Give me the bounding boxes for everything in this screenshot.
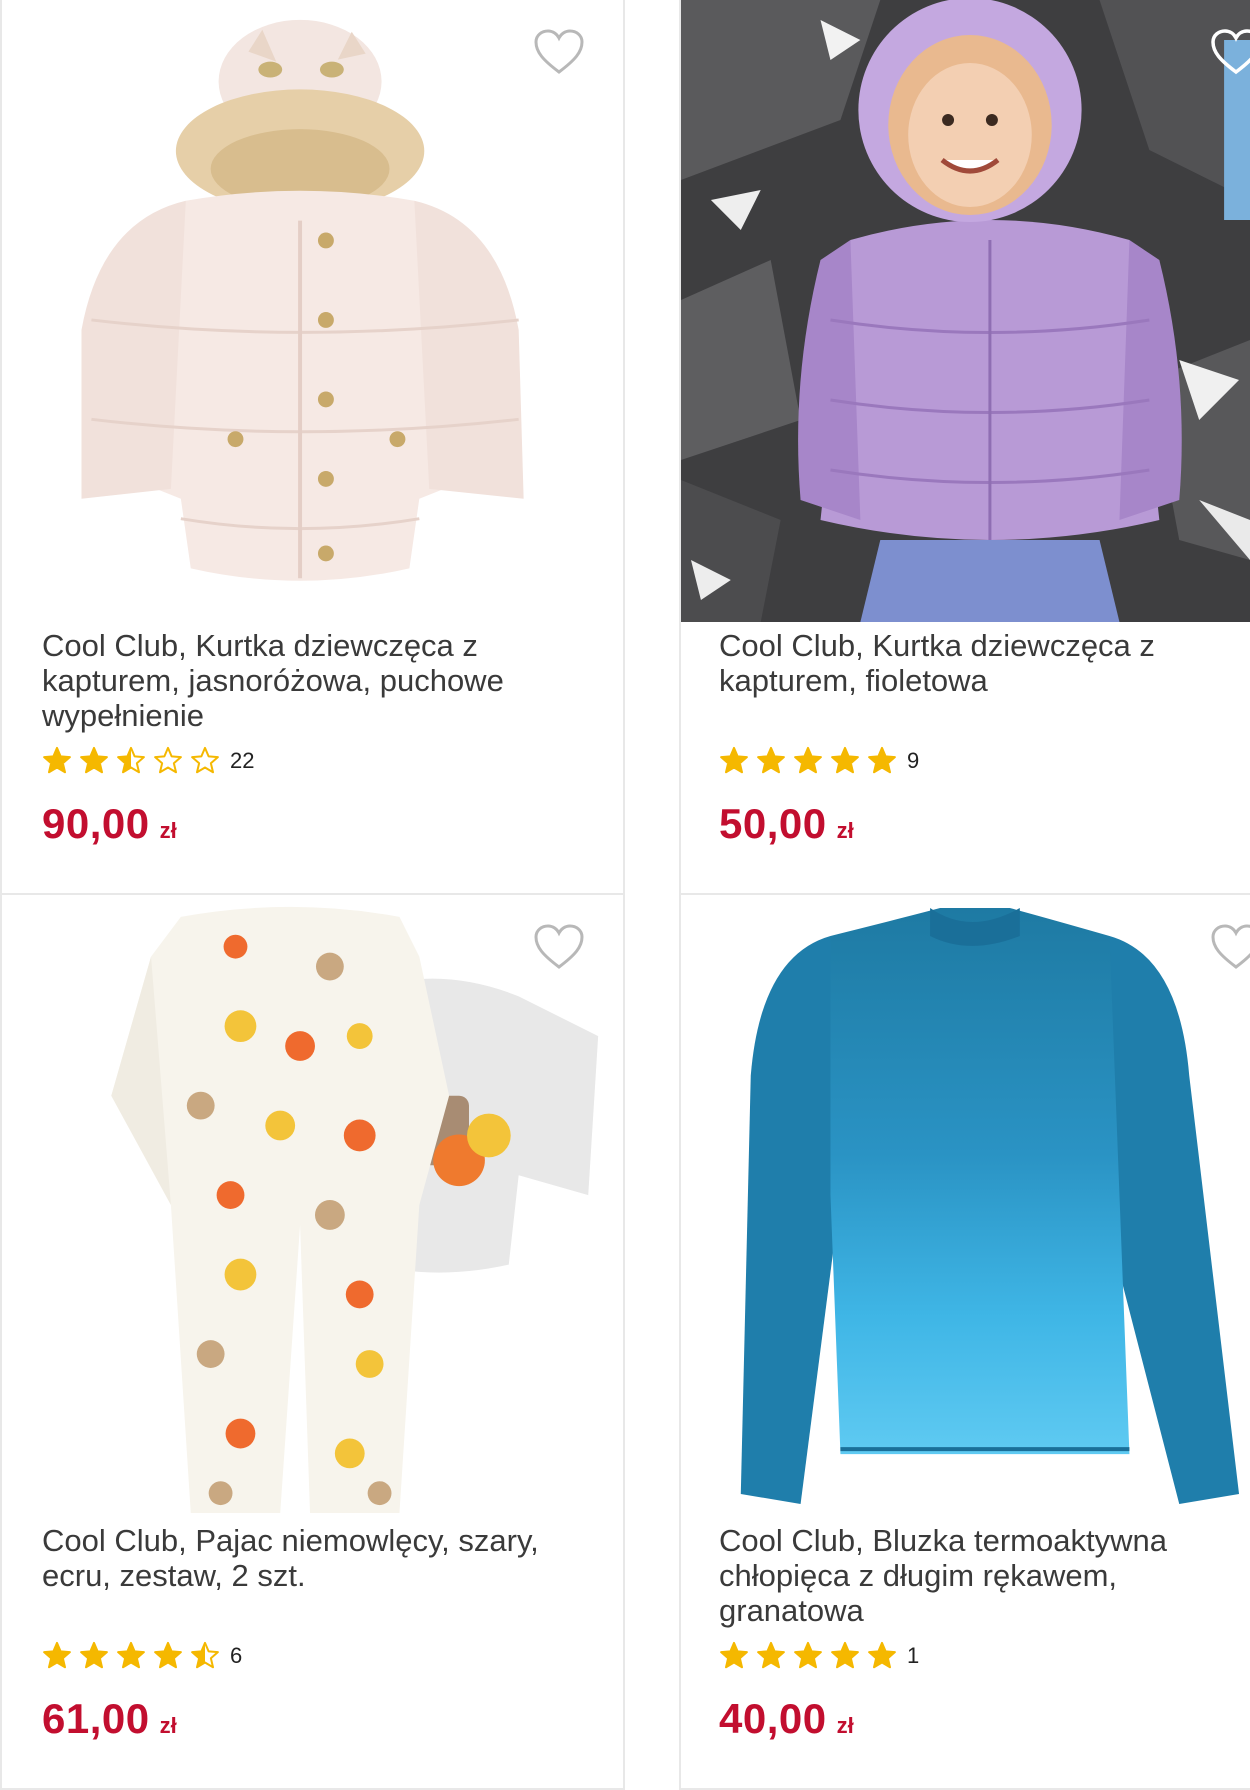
price-amount: 40,00 — [719, 1695, 827, 1742]
blue-thermal-shirt-image — [681, 896, 1250, 1516]
review-count: 6 — [230, 1643, 243, 1668]
price-amount: 50,00 — [719, 800, 827, 847]
product-image[interactable] — [2, 895, 623, 1517]
star-half-icon — [191, 1641, 219, 1669]
star-filled-icon — [43, 1641, 71, 1669]
product-title[interactable]: Cool Club, Bluzka termoaktywna chłopięca… — [719, 1523, 1230, 1628]
star-filled-icon — [868, 1641, 896, 1669]
star-empty-icon — [154, 746, 182, 774]
star-filled-icon — [794, 1641, 822, 1669]
price-currency: zł — [159, 1713, 177, 1738]
review-count: 22 — [230, 748, 255, 773]
price-amount: 61,00 — [42, 1695, 150, 1742]
product-card[interactable]: Cool Club, Pajac niemowlęcy, szary, ecru… — [0, 895, 625, 1790]
star-filled-icon — [720, 1641, 748, 1669]
star-filled-icon — [757, 746, 785, 774]
star-filled-icon — [80, 1641, 108, 1669]
pink-winter-jacket-image — [2, 1, 623, 621]
product-rating: 1 — [719, 1641, 919, 1671]
baby-romper-set-image — [2, 896, 623, 1516]
product-card[interactable]: Cool Club, Kurtka dziewczęca z kapturem,… — [679, 0, 1250, 895]
price-amount: 90,00 — [42, 800, 150, 847]
heart-outline-icon[interactable] — [533, 923, 585, 971]
product-rating: 22 — [42, 746, 254, 776]
star-filled-icon — [831, 1641, 859, 1669]
star-filled-icon — [831, 746, 859, 774]
product-image[interactable] — [681, 0, 1250, 622]
product-price: 90,00 zł — [42, 800, 177, 848]
star-filled-icon — [757, 1641, 785, 1669]
star-filled-icon — [868, 746, 896, 774]
product-card[interactable]: Cool Club, Bluzka termoaktywna chłopięca… — [679, 895, 1250, 1790]
purple-puffer-jacket-photo — [681, 0, 1250, 622]
star-half-icon — [117, 746, 145, 774]
review-count: 1 — [907, 1643, 920, 1668]
product-image[interactable] — [681, 895, 1250, 1517]
star-filled-icon — [794, 746, 822, 774]
product-price: 50,00 zł — [719, 800, 854, 848]
product-title[interactable]: Cool Club, Pajac niemowlęcy, szary, ecru… — [42, 1523, 587, 1593]
product-rating: 6 — [42, 1641, 242, 1671]
heart-outline-icon[interactable] — [1210, 923, 1250, 971]
star-filled-icon — [80, 746, 108, 774]
rating-stars — [719, 1641, 897, 1671]
product-title[interactable]: Cool Club, Kurtka dziewczęca z kapturem,… — [719, 628, 1230, 698]
heart-outline-icon[interactable] — [533, 28, 585, 76]
price-currency: zł — [836, 1713, 854, 1738]
star-filled-icon — [43, 746, 71, 774]
product-title[interactable]: Cool Club, Kurtka dziewczęca z kapturem,… — [42, 628, 587, 733]
rating-stars — [719, 746, 897, 776]
price-currency: zł — [159, 818, 177, 843]
star-empty-icon — [191, 746, 219, 774]
star-filled-icon — [154, 1641, 182, 1669]
heart-outline-icon[interactable] — [1210, 28, 1250, 76]
product-image[interactable] — [2, 0, 623, 622]
product-price: 61,00 zł — [42, 1695, 177, 1743]
product-price: 40,00 zł — [719, 1695, 854, 1743]
rating-stars — [42, 746, 220, 776]
star-filled-icon — [720, 746, 748, 774]
price-currency: zł — [836, 818, 854, 843]
product-card[interactable]: Cool Club, Kurtka dziewczęca z kapturem,… — [0, 0, 625, 895]
product-rating: 9 — [719, 746, 919, 776]
rating-stars — [42, 1641, 220, 1671]
review-count: 9 — [907, 748, 920, 773]
star-filled-icon — [117, 1641, 145, 1669]
